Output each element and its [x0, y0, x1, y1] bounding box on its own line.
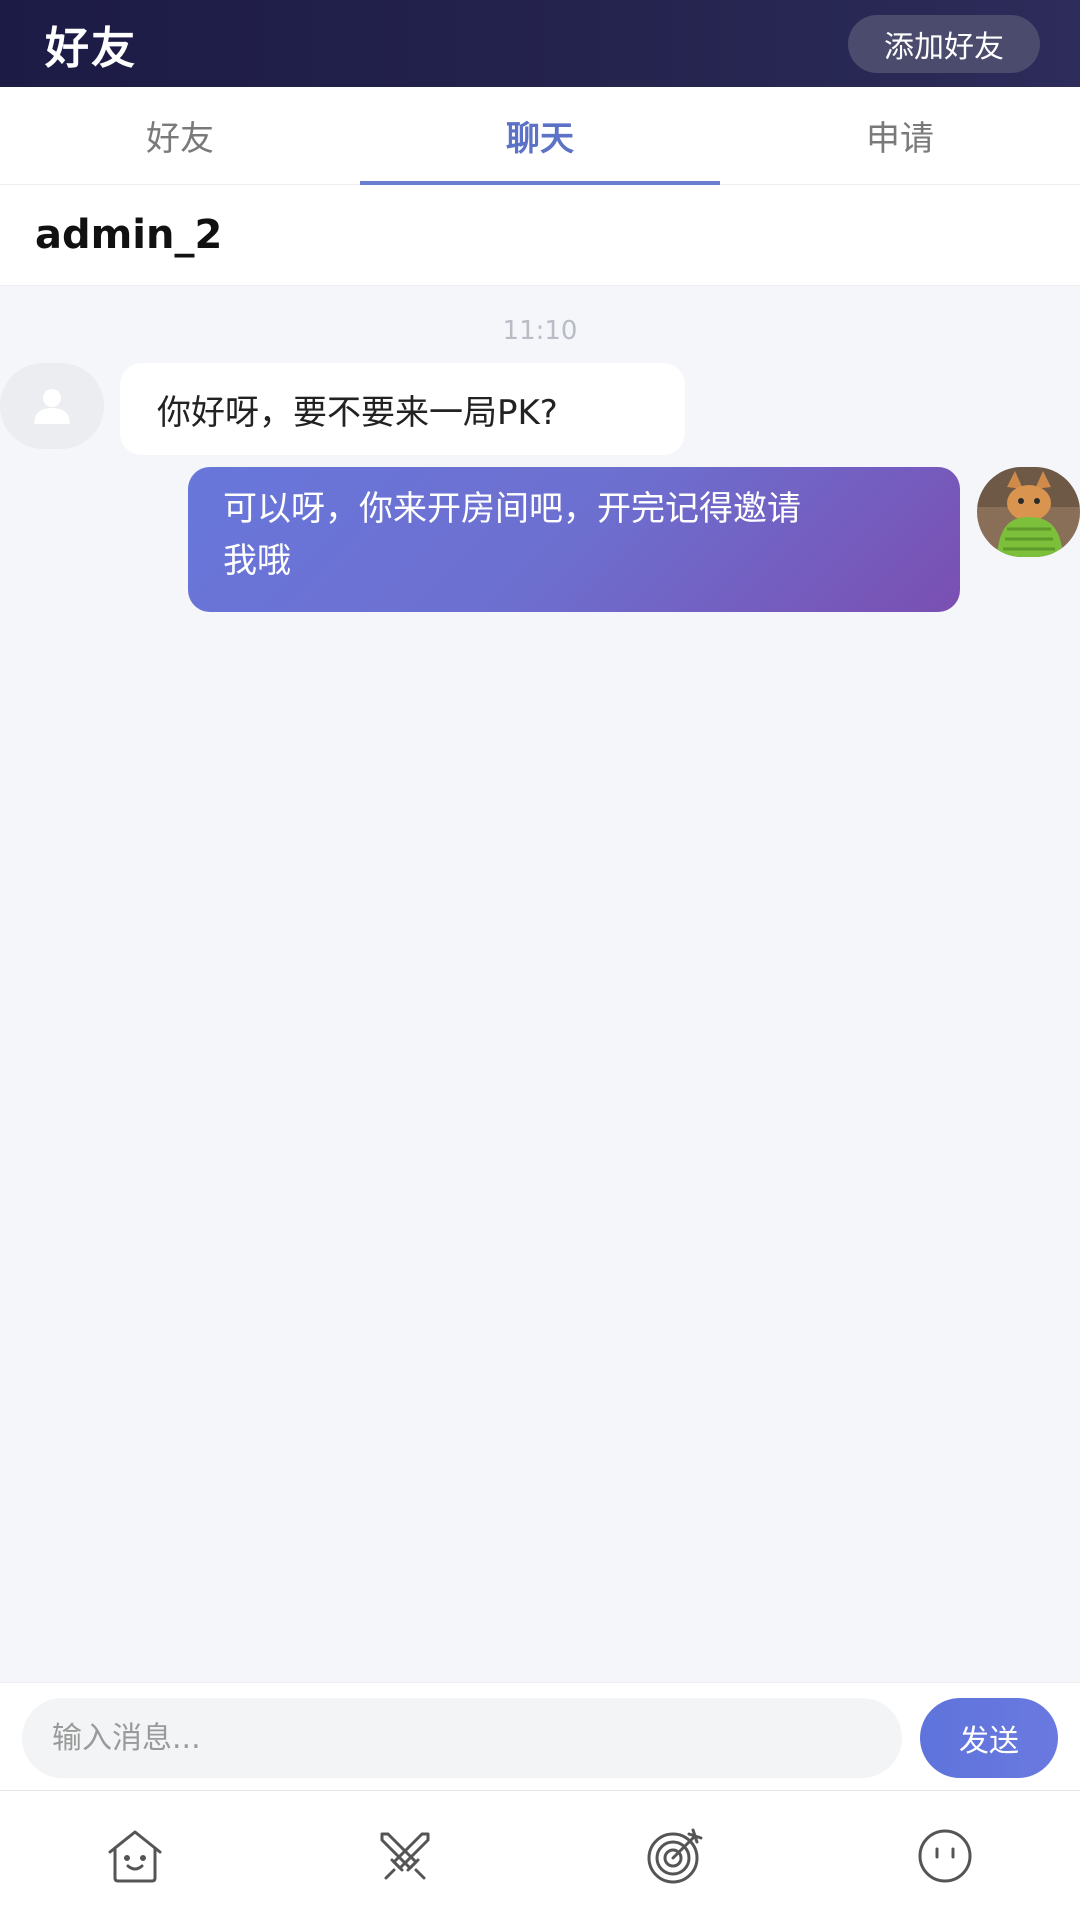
chat-header: admin_2	[0, 185, 1080, 286]
message-text-line: 可以呀，你来开房间吧，开完记得邀请	[223, 489, 801, 529]
composer-bar: 发送	[0, 1682, 1080, 1790]
send-button[interactable]: 发送	[920, 1698, 1058, 1778]
target-icon	[647, 1828, 703, 1883]
tab-bar: 好友 聊天 申请	[0, 87, 1080, 185]
nav-battle[interactable]	[270, 1791, 540, 1920]
message-text-line: 我哦	[223, 541, 291, 581]
cat-avatar-image	[977, 467, 1080, 557]
page-title: 好友	[45, 22, 137, 74]
message-input[interactable]	[22, 1698, 902, 1778]
contact-name: admin_2	[35, 212, 223, 258]
face-icon	[918, 1829, 972, 1882]
message-bubble-received[interactable]: 你好呀，要不要来一局PK?	[120, 363, 685, 455]
nav-challenge[interactable]	[540, 1791, 810, 1920]
default-user-icon	[34, 389, 70, 424]
contact-avatar[interactable]	[0, 363, 104, 449]
message-list[interactable]: 11:10 你好呀，要不要来一局PK? 可以呀，你来开房间吧，开完记得邀请 我哦	[0, 286, 1080, 1682]
app-root: 好友 添加好友 好友 聊天 申请 admin_2 11:10 你好呀，要不要来一…	[0, 0, 1080, 1920]
message-text: 你好呀，要不要来一局PK?	[157, 392, 558, 433]
message-timestamp: 11:10	[502, 316, 578, 346]
add-friend-button[interactable]: 添加好友	[848, 14, 1040, 73]
user-avatar[interactable]	[977, 467, 1080, 557]
bottom-nav	[0, 1790, 1080, 1920]
nav-profile[interactable]	[810, 1791, 1080, 1920]
tab-friends[interactable]: 好友	[0, 87, 360, 184]
home-icon	[108, 1830, 162, 1882]
message-bubble-sent[interactable]: 可以呀，你来开房间吧，开完记得邀请 我哦	[188, 467, 960, 612]
nav-home[interactable]	[0, 1791, 270, 1920]
crossed-swords-icon	[380, 1832, 430, 1879]
tab-chat[interactable]: 聊天	[360, 87, 720, 185]
top-header: 好友 添加好友	[0, 0, 1080, 87]
tab-requests[interactable]: 申请	[720, 87, 1080, 184]
